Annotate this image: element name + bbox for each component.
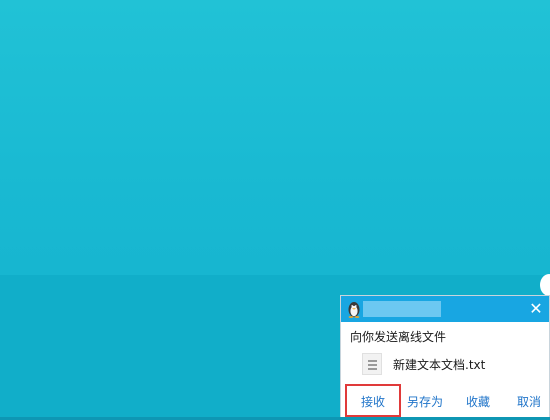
notification-titlebar: ✕ — [341, 296, 549, 322]
sender-name-redacted — [363, 301, 441, 317]
offline-file-notification: ✕ 向你发送离线文件 新建文本文档.txt 接收 另存为 收藏 取消 — [340, 295, 550, 420]
save-as-button[interactable]: 另存为 — [407, 393, 443, 410]
notification-message: 向你发送离线文件 — [350, 330, 447, 344]
favorite-button[interactable]: 收藏 — [466, 393, 490, 410]
file-name: 新建文本文档.txt — [393, 358, 486, 372]
text-file-icon — [362, 353, 382, 375]
desktop-background: ✕ 向你发送离线文件 新建文本文档.txt 接收 另存为 收藏 取消 — [0, 0, 550, 420]
qq-penguin-icon — [348, 302, 360, 318]
receive-button[interactable]: 接收 — [345, 384, 401, 417]
cancel-button[interactable]: 取消 — [517, 393, 541, 410]
file-item[interactable]: 新建文本文档.txt — [362, 351, 542, 377]
action-bar: 接收 另存为 收藏 取消 — [341, 384, 549, 417]
close-icon[interactable]: ✕ — [527, 299, 545, 319]
